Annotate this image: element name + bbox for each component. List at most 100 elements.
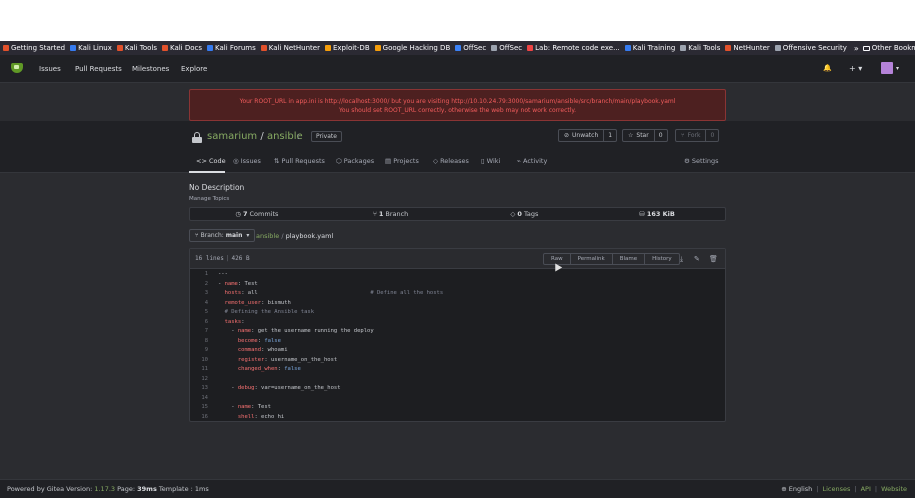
line-source: register: username_on_the_host [237,356,338,363]
star-button[interactable]: ☆ Star 0 [622,129,668,142]
code-line: 4 remote_user: bismuth [190,299,725,309]
version-link[interactable]: 1.17.3 [94,485,115,493]
tab-releases[interactable]: ◇ Releases [433,157,469,165]
line-source: - name: get the username running the dep… [218,328,374,334]
bookmark-item[interactable]: Kali Tools [116,44,157,52]
star-count[interactable]: 0 [653,130,667,141]
bookmark-item[interactable]: Google Hacking DB [374,44,450,52]
line-number[interactable]: 12 [190,375,210,385]
manage-topics-link[interactable]: Manage Topics [189,196,229,202]
download-icon[interactable]: ⤓ [680,255,683,264]
tab-settings[interactable]: ⚙ Settings [684,157,719,165]
tab-pull-requests[interactable]: ⇅ Pull Requests [274,157,325,165]
commits-stat[interactable]: ◷ 7 Commits [190,208,324,220]
tab-wiki[interactable]: ▯ Wiki [481,157,500,165]
page-footer: Powered by Gitea Version: 1.17.3 Page: 3… [0,479,915,498]
bookmark-item[interactable]: Kali Tools [680,44,720,52]
language-selector[interactable]: ⊕ English [781,485,812,493]
permalink-button[interactable]: Permalink [571,254,613,264]
licenses-link[interactable]: Licenses [822,485,850,493]
bookmark-item[interactable]: OffSec [491,44,522,52]
other-bookmarks-folder[interactable]: Other Bookmarks [862,44,915,52]
repo-owner-link[interactable]: samarium [207,131,257,142]
gitea-logo-icon[interactable] [11,63,23,73]
line-number[interactable]: 11 [190,365,210,375]
branch-dropdown[interactable]: ⑂ Branch: main ▾ [189,229,256,242]
blame-button[interactable]: Blame [613,254,646,264]
line-number[interactable]: 7 [190,327,210,337]
line-number[interactable]: 9 [190,346,210,356]
fork-count[interactable]: 0 [705,130,718,141]
bookmark-item[interactable]: Kali Forums [207,44,256,52]
unwatch-label: Unwatch [572,132,599,139]
tags-stat[interactable]: ◇ 0 Tags [458,208,592,220]
avatar-caret-icon[interactable]: ▾ [896,65,899,72]
bookmark-item[interactable]: OffSec [455,44,486,52]
project-icon: ▤ [385,157,394,165]
line-number[interactable]: 16 [190,413,210,422]
branches-stat[interactable]: ⑂ 1 Branch [324,208,458,220]
unwatch-button[interactable]: ⊘ Unwatch 1 [558,129,618,142]
tab-projects[interactable]: ▤ Projects [385,157,419,165]
notifications-bell-icon[interactable]: 🔔 [823,64,832,72]
globe-icon: ⊕ [781,485,789,493]
rss-feed-icon[interactable]: ⟟ [297,133,300,142]
bookmarks-overflow-icon[interactable]: » [854,44,859,53]
line-number[interactable]: 3 [190,289,210,299]
api-link[interactable]: API [861,485,871,493]
line-number[interactable]: 6 [190,318,210,328]
line-number[interactable]: 2 [190,280,210,290]
line-number[interactable]: 15 [190,403,210,413]
bookmark-favicon-icon [3,45,9,51]
tab-code[interactable]: <> Code [196,157,226,165]
bookmark-item[interactable]: Lab: Remote code exe... [527,44,620,52]
history-button[interactable]: History [645,254,679,264]
line-number[interactable]: 13 [190,384,210,394]
website-link[interactable]: Website [881,485,907,493]
bookmark-favicon-icon [70,45,77,51]
tab-issues[interactable]: ◎ Issues [233,157,261,165]
nav-pull-requests[interactable]: Pull Requests [75,65,122,73]
size-stat: ⛁ 163 KiB [639,210,675,218]
line-number[interactable]: 4 [190,299,210,309]
nav-issues[interactable]: Issues [39,65,61,73]
file-header: 16 lines | 426 B Raw Permalink Blame Histo… [190,249,725,269]
top-navbar: Issues Pull Requests Milestones Explore … [0,55,915,83]
code-line: 1 --- [190,270,725,280]
create-menu-button[interactable]: + ▾ [849,64,862,73]
line-source: - debug: var=username_on_the_host [218,385,341,391]
bookmark-item[interactable]: Kali Training [624,44,675,52]
bookmark-item[interactable]: Kali Docs [161,44,202,52]
eye-slash-icon: ⊘ [564,132,570,139]
bookmark-item[interactable]: Offensive Security [774,44,847,52]
watch-count[interactable]: 1 [603,130,616,141]
breadcrumb-dir-link[interactable]: ansible [256,232,279,240]
active-tab-underline [189,171,225,173]
bookmark-favicon-icon [680,45,687,51]
edit-pencil-icon[interactable]: ✎ [694,255,700,263]
line-source: - name: Test [218,280,258,287]
nav-milestones[interactable]: Milestones [132,65,169,73]
bookmark-item[interactable]: Exploit-DB [324,44,370,52]
fork-button[interactable]: ⑂ Fork 0 [675,129,720,142]
tab-activity[interactable]: ⌁ Activity [517,157,547,165]
line-number[interactable]: 14 [190,394,210,404]
package-icon: ⬡ [336,157,344,165]
bookmark-favicon-icon [455,45,462,51]
history-icon: ◷ [235,210,241,218]
bookmark-item[interactable]: NetHunter [725,44,770,52]
folder-icon [862,45,870,51]
user-avatar[interactable] [881,62,893,74]
file-viewer: 16 lines | 426 B Raw Permalink Blame Histo… [189,248,726,422]
tab-packages[interactable]: ⬡ Packages [336,157,374,165]
bookmark-item[interactable]: Kali Linux [70,44,112,52]
code-line: 10 register: username_on_the_host [190,356,725,366]
trash-icon[interactable]: 🗑 [709,255,718,263]
line-number[interactable]: 1 [190,270,210,280]
nav-explore[interactable]: Explore [181,65,207,73]
line-number[interactable]: 8 [190,337,210,347]
line-number[interactable]: 5 [190,308,210,318]
bookmark-item[interactable]: Getting Started [3,44,65,52]
bookmark-item[interactable]: Kali NetHunter [260,44,320,52]
line-number[interactable]: 10 [190,356,210,366]
